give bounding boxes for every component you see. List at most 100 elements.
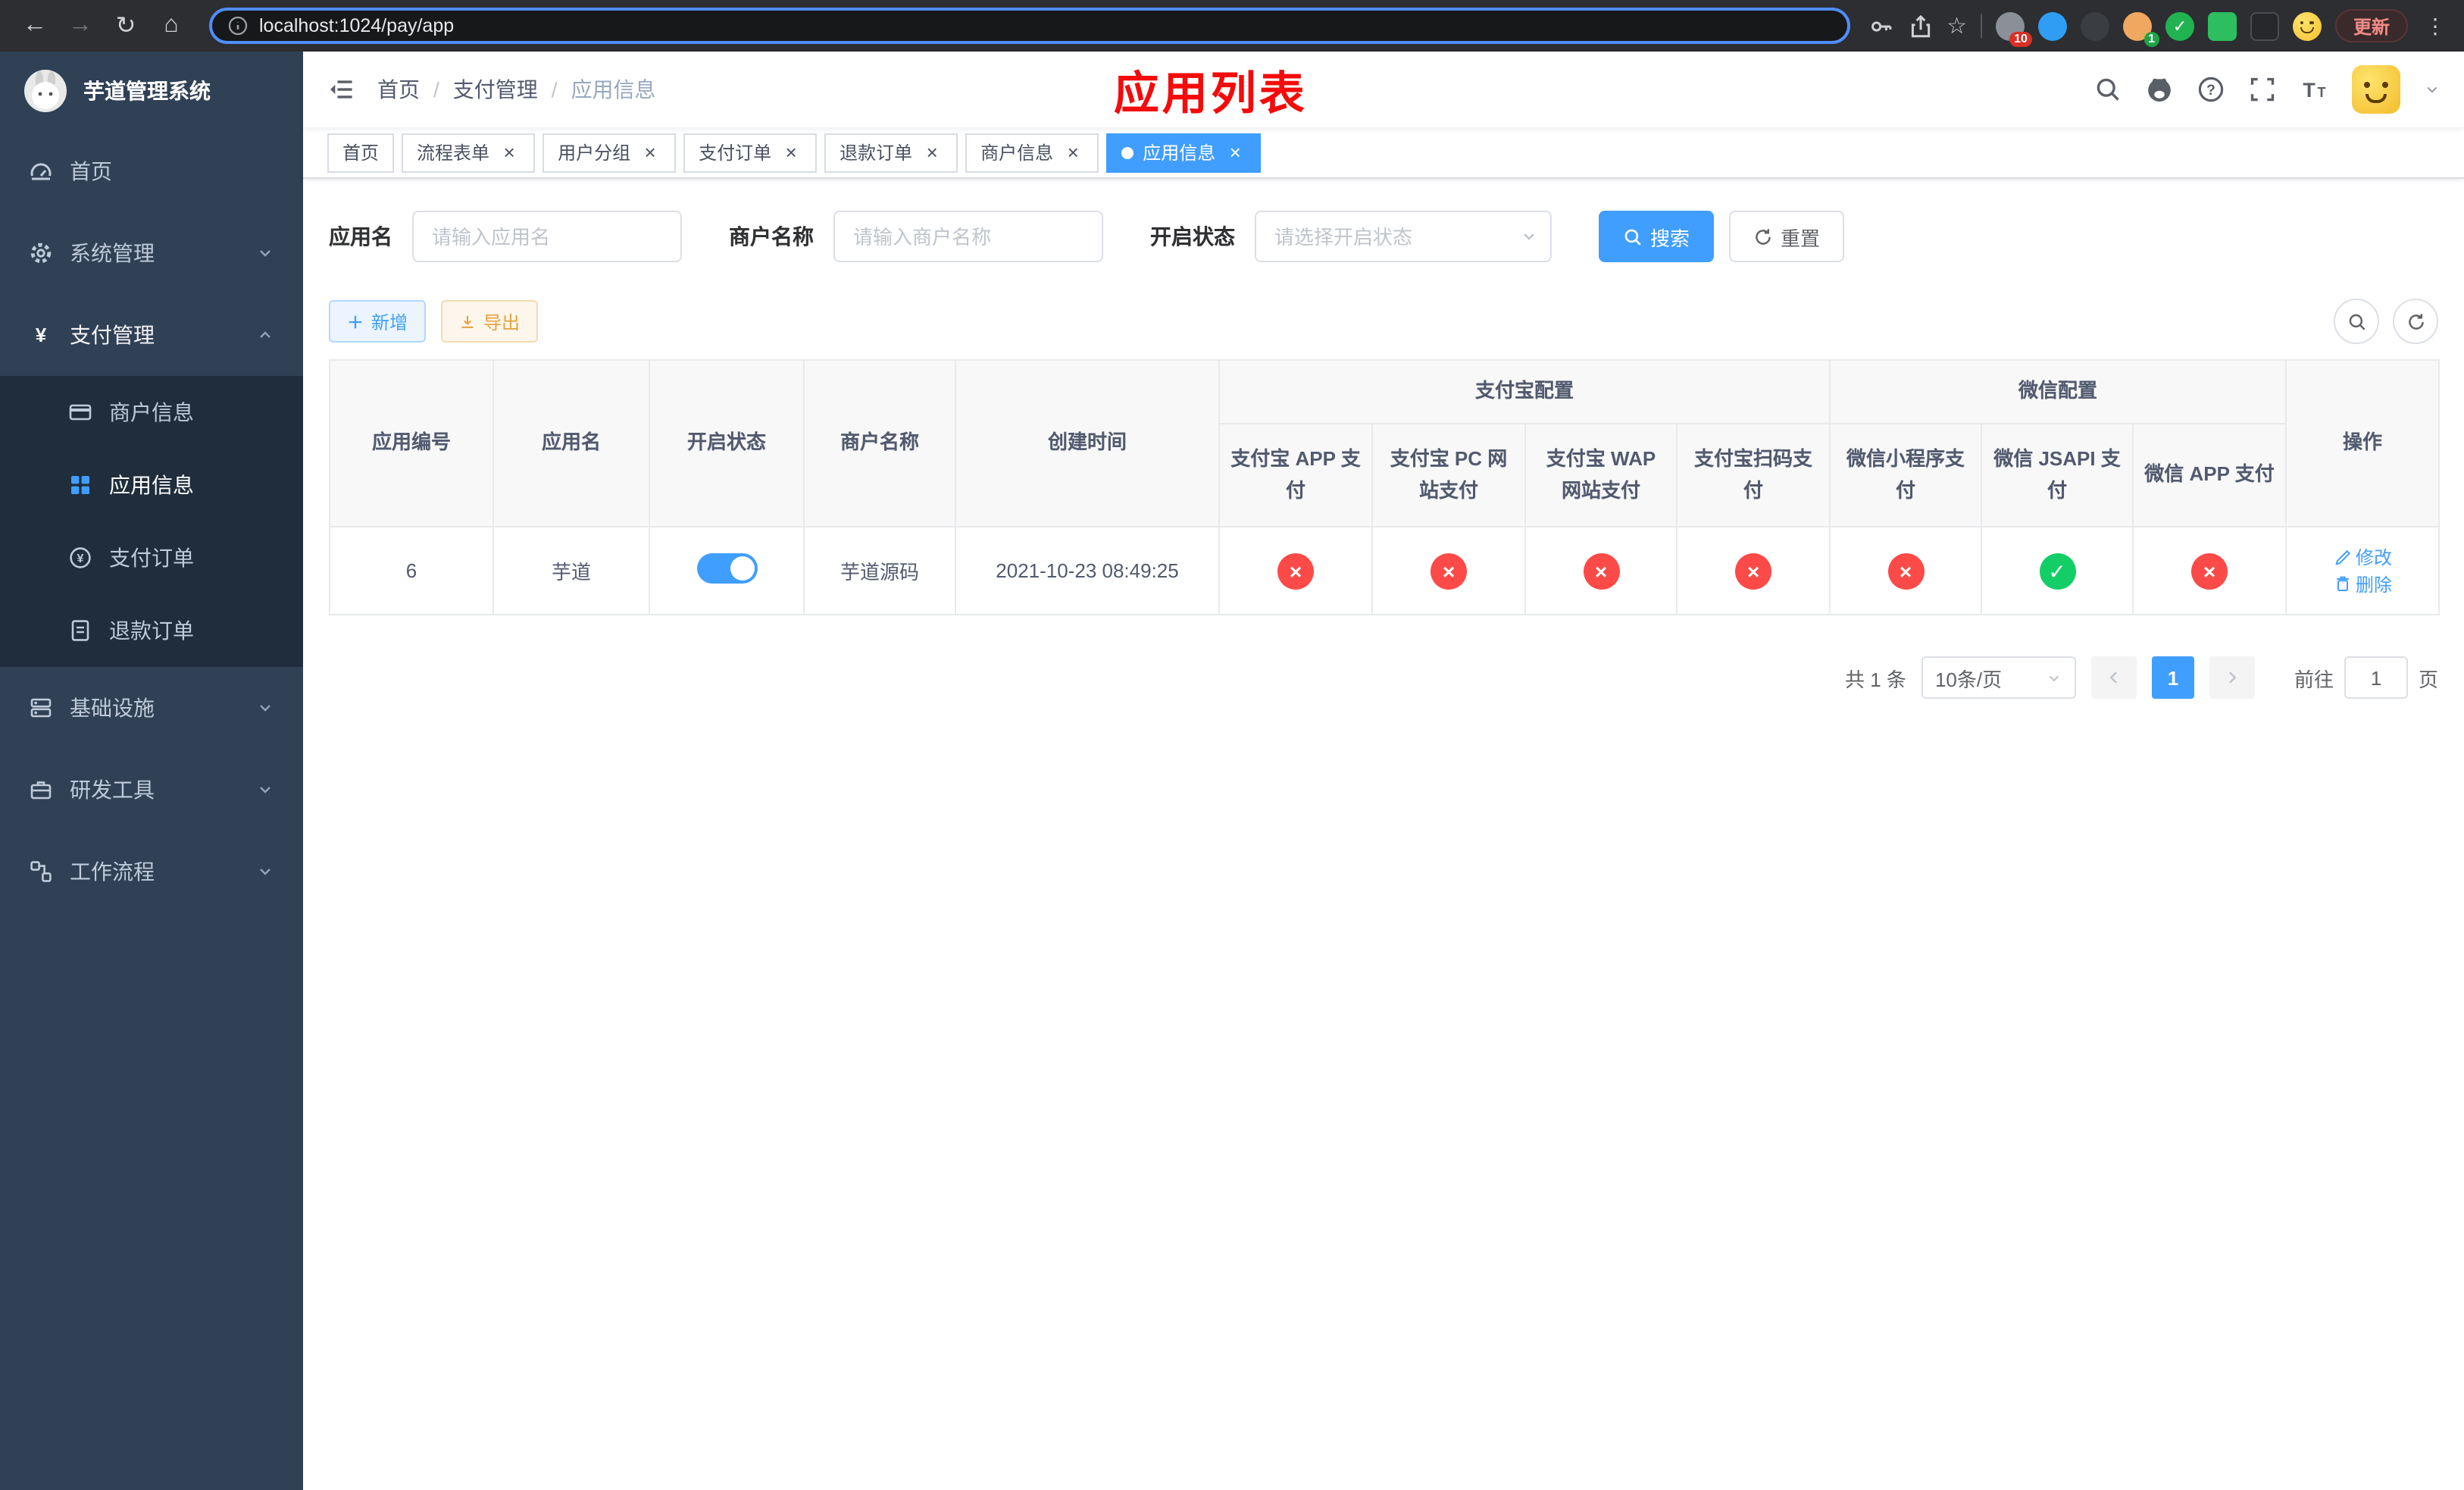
app-name-input[interactable] (412, 211, 682, 262)
extension-icon-3[interactable] (2080, 11, 2109, 40)
user-avatar[interactable] (2352, 65, 2400, 114)
tab-close-icon[interactable]: × (1062, 142, 1083, 163)
github-icon[interactable] (2146, 76, 2173, 103)
breadcrumb-separator: / (433, 77, 439, 102)
tab-close-icon[interactable]: × (639, 142, 661, 163)
extension-icon-5[interactable]: ✓ (2165, 11, 2194, 40)
breadcrumb-item[interactable]: 支付管理 (453, 74, 538, 105)
breadcrumb-item[interactable]: 首页 (377, 74, 420, 105)
sidebar-item-app-info[interactable]: 应用信息 (0, 449, 303, 521)
extension-icon-6[interactable] (2207, 11, 2237, 40)
gear-icon (30, 243, 52, 264)
tab-close-icon[interactable]: × (780, 142, 802, 163)
tab-close-icon[interactable]: × (1224, 142, 1246, 163)
fullscreen-icon[interactable] (2249, 76, 2276, 103)
add-button[interactable]: 新增 (329, 300, 427, 343)
search-icon (2348, 313, 2365, 330)
share-icon[interactable] (1907, 13, 1933, 39)
sidebar-collapse-icon[interactable] (327, 76, 355, 103)
tab-label: 支付订单 (699, 142, 772, 164)
col-create-time: 创建时间 (955, 359, 1220, 527)
profile-badge: 1 (2143, 31, 2159, 46)
browser-home-button[interactable]: ⌂ (152, 6, 191, 45)
status-select-input[interactable] (1255, 211, 1552, 262)
sidebar-item-system[interactable]: 系统管理 (0, 212, 303, 294)
browser-actions: ☆ 10 1 ✓ 更新 ⋮ (1868, 9, 2449, 46)
next-page-button[interactable] (2209, 656, 2255, 699)
sidebar: 芋道管理系统 首页 系统管理 ¥ 支付管理 商户信息 应用信息 ¥ 支付订单 退… (0, 52, 303, 1490)
extension-icon-4[interactable]: 1 (2122, 11, 2159, 46)
credit-card-icon (69, 404, 92, 421)
tab-pay-orders[interactable]: 支付订单 × (683, 133, 818, 172)
status-disabled-icon: × (1277, 552, 1314, 589)
breadcrumb: 首页 / 支付管理 / 应用信息 (377, 74, 656, 105)
sidebar-item-merchant-info[interactable]: 商户信息 (0, 376, 303, 449)
refresh-icon (1756, 228, 1771, 244)
sidebar-item-workflow[interactable]: 工作流程 (0, 831, 303, 912)
reset-button-label: 重置 (1781, 227, 1821, 249)
sidebar-item-payment[interactable]: ¥ 支付管理 (0, 294, 303, 376)
sidebar-item-pay-orders[interactable]: ¥ 支付订单 (0, 521, 303, 594)
table-row: 6 芋道 芋道源码 2021-10-23 08:49:25 × × × × × … (329, 526, 2441, 615)
browser-profile-avatar[interactable] (2292, 11, 2322, 40)
export-button[interactable]: 导出 (441, 300, 539, 343)
cell-wx-lite: × (1829, 526, 1983, 615)
extension-icon-1[interactable]: 10 (1995, 11, 2032, 46)
status-disabled-icon: × (1583, 552, 1619, 589)
reset-button[interactable]: 重置 (1729, 211, 1845, 262)
refund-doc-icon (71, 620, 89, 641)
search-button[interactable]: 搜索 (1599, 211, 1715, 262)
browser-back-button[interactable]: ← (15, 6, 55, 45)
pay-order-icon: ¥ (70, 547, 91, 568)
tab-user-group[interactable]: 用户分组 × (543, 133, 677, 172)
status-switch[interactable] (696, 553, 757, 584)
bookmark-star-icon[interactable]: ☆ (1946, 12, 1967, 39)
col-alipay-wap: 支付宝 WAP 网站支付 (1524, 423, 1678, 527)
extension-badge: 10 (2009, 31, 2032, 46)
sidebar-item-home[interactable]: 首页 (0, 130, 303, 212)
browser-menu-icon[interactable]: ⋮ (2422, 13, 2449, 39)
merchant-name-input[interactable] (833, 211, 1103, 262)
extension-icon-2[interactable] (2037, 11, 2067, 40)
cell-alipay-pc: × (1371, 526, 1526, 615)
svg-text:T: T (2303, 79, 2315, 102)
browser-reload-button[interactable]: ↻ (106, 6, 145, 45)
sidebar-item-refund-orders[interactable]: 退款订单 (0, 594, 303, 667)
edit-link[interactable]: 修改 (2333, 544, 2392, 570)
refresh-table-button[interactable] (2393, 299, 2438, 344)
extensions-puzzle-icon[interactable] (2250, 11, 2279, 40)
tab-merchant-info[interactable]: 商户信息 × (965, 133, 1099, 172)
sidebar-item-dev-tools[interactable]: 研发工具 (0, 749, 303, 831)
goto-page-input[interactable] (2344, 656, 2408, 699)
tab-app-info[interactable]: 应用信息 × (1106, 133, 1262, 172)
avatar-caret-icon[interactable] (2425, 82, 2440, 97)
site-info-icon[interactable] (227, 15, 249, 36)
font-size-icon[interactable]: T T (2300, 76, 2328, 103)
page-size-select[interactable]: 10条/页 (1921, 656, 2076, 699)
prev-page-button[interactable] (2090, 656, 2137, 699)
tab-refund-orders[interactable]: 退款订单 × (824, 133, 958, 172)
cell-alipay-qr: × (1675, 526, 1831, 615)
col-group-alipay: 支付宝配置 (1218, 359, 1831, 424)
status-select[interactable] (1255, 211, 1552, 262)
tab-close-icon[interactable]: × (499, 142, 520, 163)
page-number-1[interactable]: 1 (2151, 656, 2194, 699)
delete-link[interactable]: 删除 (2333, 571, 2392, 596)
browser-forward-button[interactable]: → (61, 6, 100, 45)
search-icon[interactable] (2094, 76, 2122, 103)
tab-label: 退款订单 (840, 142, 913, 164)
page-unit-label: 页 (2418, 668, 2438, 690)
cell-app-id: 6 (329, 526, 494, 615)
browser-update-button[interactable]: 更新 (2334, 9, 2408, 42)
address-bar[interactable]: localhost:1024/pay/app (209, 8, 1850, 44)
help-icon[interactable]: ? (2197, 76, 2225, 103)
tab-close-icon[interactable]: × (921, 142, 943, 163)
password-key-icon[interactable] (1868, 13, 1893, 39)
tab-home[interactable]: 首页 (327, 133, 395, 172)
page-annotation-title: 应用列表 (1113, 70, 1308, 120)
tab-process-form[interactable]: 流程表单 × (402, 133, 536, 172)
navbar-actions: ? T T (2094, 65, 2440, 114)
sidebar-item-infrastructure[interactable]: 基础设施 (0, 667, 303, 749)
toggle-search-button[interactable] (2334, 299, 2379, 344)
cell-create-time: 2021-10-23 08:49:25 (955, 526, 1220, 615)
